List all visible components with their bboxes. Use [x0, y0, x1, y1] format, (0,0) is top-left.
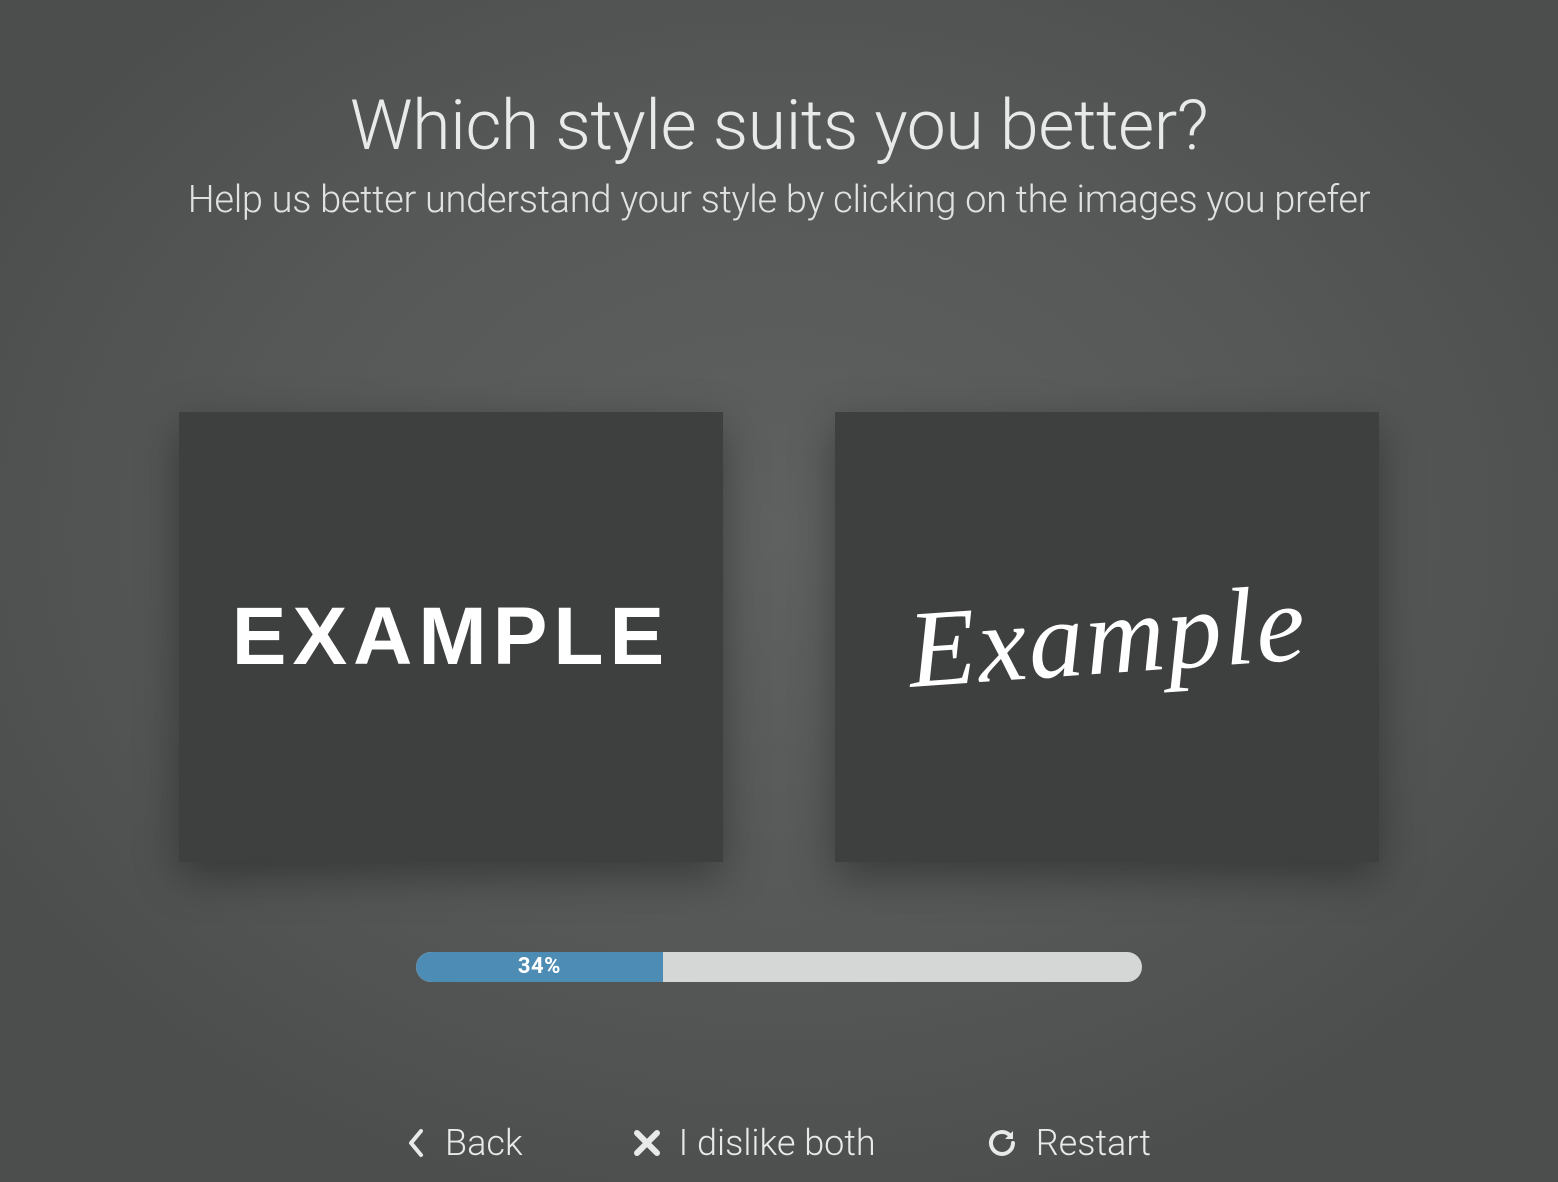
restart-button-label: Restart — [1036, 1122, 1151, 1164]
dislike-both-button[interactable]: I dislike both — [633, 1122, 876, 1164]
progress-percent-label: 34% — [518, 954, 561, 979]
progress-track: 34% — [416, 952, 1142, 982]
chevron-left-icon — [407, 1127, 427, 1159]
style-option-left-label: EXAMPLE — [232, 590, 670, 684]
progress-fill: 34% — [416, 952, 663, 982]
page-subtitle: Help us better understand your style by … — [0, 178, 1558, 222]
back-button[interactable]: Back — [407, 1122, 523, 1164]
restart-button[interactable]: Restart — [986, 1122, 1151, 1164]
controls-row: Back I dislike both Restart — [0, 1122, 1558, 1164]
x-icon — [633, 1129, 661, 1157]
style-option-right-label: Example — [904, 559, 1311, 714]
style-option-right[interactable]: Example — [835, 412, 1379, 862]
back-button-label: Back — [445, 1122, 523, 1164]
style-quiz-screen: Which style suits you better? Help us be… — [0, 0, 1558, 1182]
progress-bar: 34% — [416, 952, 1142, 982]
choice-row: EXAMPLE Example — [0, 412, 1558, 862]
refresh-icon — [986, 1127, 1018, 1159]
page-title: Which style suits you better? — [0, 90, 1558, 164]
header: Which style suits you better? Help us be… — [0, 0, 1558, 222]
style-option-left[interactable]: EXAMPLE — [179, 412, 723, 862]
dislike-both-label: I dislike both — [679, 1122, 876, 1164]
